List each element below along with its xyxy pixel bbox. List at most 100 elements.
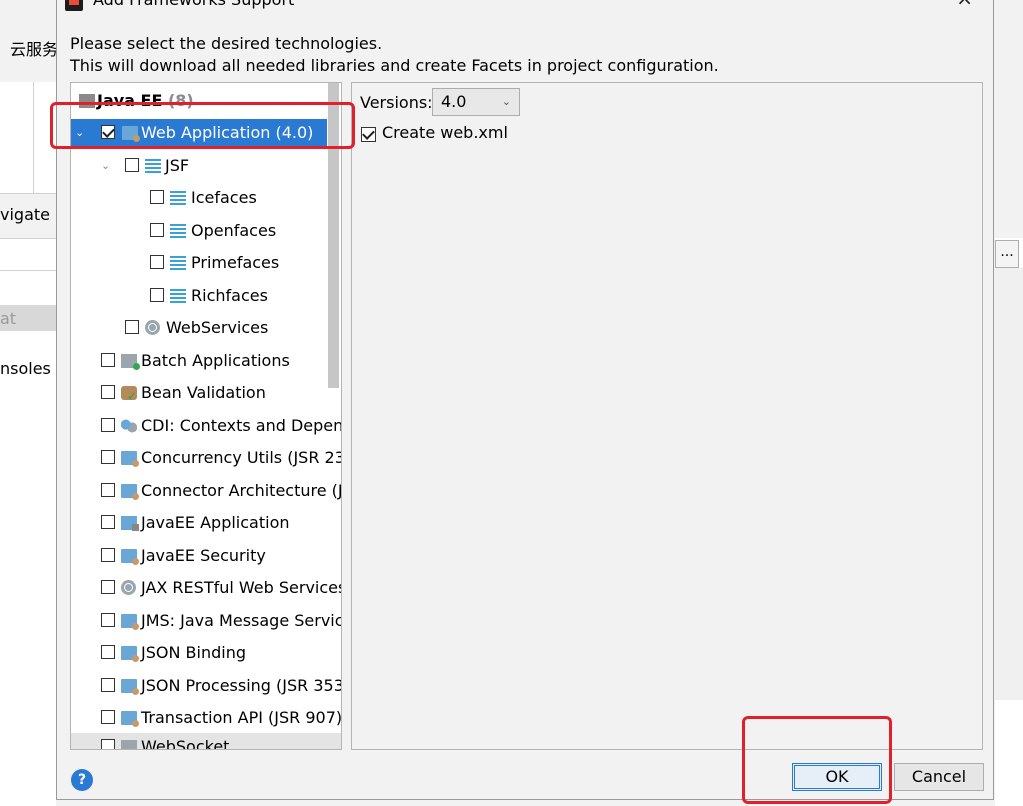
tree-item-transaction-api[interactable]: Transaction API (JSR 907): [71, 704, 341, 732]
tree-item-label: JavaEE Application: [141, 513, 290, 532]
dialog-description: Please select the desired technologies. …: [70, 33, 719, 77]
tree-item-json-processing[interactable]: JSON Processing (JSR 353): [71, 672, 341, 700]
jsf-checkbox[interactable]: [125, 158, 139, 172]
tree-item-label: Bean Validation: [141, 383, 266, 402]
tree-item-label: Richfaces: [191, 286, 268, 305]
framework-icon: [121, 451, 139, 467]
tree-item-label: Icefaces: [191, 188, 257, 207]
tree-item-primefaces[interactable]: Primefaces: [71, 249, 341, 277]
tree-item-label: Openfaces: [191, 221, 277, 240]
richfaces-checkbox[interactable]: [150, 288, 164, 302]
framework-icon: [121, 740, 137, 749]
background-text-navigate[interactable]: vigate: [0, 205, 50, 224]
tree-item-bean-validation[interactable]: Bean Validation: [71, 379, 341, 410]
tree-item-richfaces[interactable]: Richfaces: [71, 282, 341, 310]
framework-icon: [121, 646, 139, 662]
background-browse-button[interactable]: ...: [995, 240, 1019, 268]
tree-item-label: JSF: [165, 156, 190, 175]
tree-item-label: Batch Applications: [141, 351, 290, 370]
tree-item-label: JMS: Java Message Service: [141, 611, 342, 630]
chevron-down-icon: ⌄: [501, 95, 511, 108]
create-web-xml-label[interactable]: Create web.xml: [382, 123, 508, 142]
json-processing-checkbox[interactable]: [101, 678, 115, 692]
icefaces-checkbox[interactable]: [150, 190, 164, 204]
background-text-consoles[interactable]: nsoles: [0, 359, 51, 378]
javaee-security-checkbox[interactable]: [101, 548, 115, 562]
jsf-icon: [170, 191, 186, 205]
tree-item-label: CDI: Contexts and Depend: [141, 416, 342, 435]
transaction-api-checkbox[interactable]: [101, 710, 115, 724]
tree-item-javaee-application[interactable]: JavaEE Application: [71, 509, 341, 537]
intellij-app-icon: [65, 0, 83, 11]
tree-item-label: Transaction API (JSR 907): [141, 708, 342, 727]
framework-icon: [121, 614, 139, 630]
annotation-highlight-ok: [742, 716, 892, 804]
close-icon[interactable]: ×: [956, 0, 973, 8]
tree-item-label: JavaEE Security: [141, 546, 266, 565]
tree-item-jsf[interactable]: ⌄ JSF: [71, 152, 341, 180]
javaee-application-icon: [121, 516, 139, 531]
tree-item-label: JAX RESTful Web Services: [141, 578, 342, 597]
annotation-highlight-web-application: [50, 102, 355, 149]
batch-applications-checkbox[interactable]: [101, 353, 115, 367]
framework-icon: [121, 484, 139, 500]
tree-item-javaee-security[interactable]: JavaEE Security: [71, 542, 341, 570]
help-icon[interactable]: ?: [71, 769, 93, 791]
globe-icon: [145, 320, 160, 335]
dialog-titlebar: Add Frameworks Support ×: [57, 0, 993, 13]
tree-item-cdi[interactable]: CDI: Contexts and Depend: [71, 412, 341, 440]
background-divider: [0, 270, 56, 271]
globe-icon: [121, 580, 136, 595]
background-text-cloud: 云服务: [10, 40, 59, 59]
cdi-icon: [121, 419, 137, 433]
framework-icon: [121, 679, 139, 695]
openfaces-checkbox[interactable]: [150, 223, 164, 237]
bean-validation-checkbox[interactable]: [101, 385, 115, 399]
primefaces-checkbox[interactable]: [150, 255, 164, 269]
versions-select[interactable]: 4.0 ⌄: [432, 88, 520, 116]
javaee-application-checkbox[interactable]: [101, 515, 115, 529]
batch-icon: [121, 354, 140, 370]
jsf-icon: [145, 159, 161, 173]
tree-item-openfaces[interactable]: Openfaces: [71, 217, 341, 245]
tree-item-connector-architecture[interactable]: Connector Architecture (JS: [71, 477, 341, 505]
jsf-icon: [170, 224, 186, 238]
description-line-2: This will download all needed libraries …: [70, 56, 719, 75]
background-top-strip: [995, 0, 1023, 238]
connector-architecture-checkbox[interactable]: [101, 483, 115, 497]
dialog-title: Add Frameworks Support: [93, 0, 294, 9]
tree-item-icefaces[interactable]: Icefaces: [71, 184, 341, 212]
tree-item-websocket[interactable]: WebSocket: [71, 733, 341, 750]
websocket-checkbox[interactable]: [101, 739, 115, 749]
tree-item-jax-restful[interactable]: JAX RESTful Web Services: [71, 574, 341, 602]
background-ide-right: ...: [995, 0, 1023, 806]
bean-validation-icon: [121, 382, 137, 410]
background-divider: [33, 82, 34, 194]
webservices-checkbox[interactable]: [125, 320, 139, 334]
tree-item-label: JSON Binding: [141, 643, 246, 662]
create-web-xml-checkbox[interactable]: [361, 127, 376, 142]
jms-checkbox[interactable]: [101, 613, 115, 627]
framework-icon: [121, 711, 139, 727]
versions-value: 4.0: [441, 92, 467, 111]
tree-item-batch-applications[interactable]: Batch Applications: [71, 347, 341, 375]
description-line-1: Please select the desired technologies.: [70, 34, 383, 53]
tree-item-json-binding[interactable]: JSON Binding: [71, 639, 341, 667]
chevron-down-icon[interactable]: ⌄: [101, 152, 110, 180]
json-binding-checkbox[interactable]: [101, 645, 115, 659]
framework-icon: [121, 549, 139, 565]
tree-item-concurrency-utils[interactable]: Concurrency Utils (JSR 236: [71, 444, 341, 472]
tree-item-label: Connector Architecture (JS: [141, 481, 342, 500]
framework-options-panel: Versions: 4.0 ⌄ Create web.xml: [351, 82, 983, 750]
tree-item-label: Concurrency Utils (JSR 236: [141, 448, 342, 467]
tree-item-label: JSON Processing (JSR 353): [141, 676, 342, 695]
cancel-button[interactable]: Cancel: [894, 763, 984, 791]
jax-restful-checkbox[interactable]: [101, 580, 115, 594]
tree-item-webservices[interactable]: WebServices: [71, 314, 341, 342]
cdi-checkbox[interactable]: [101, 418, 115, 432]
tree-item-label: WebSocket: [141, 737, 230, 750]
tree-item-jms[interactable]: JMS: Java Message Service: [71, 607, 341, 635]
framework-tree[interactable]: Java EE (8) ⌄ Web Application (4.0) ⌄ JS…: [70, 82, 342, 750]
jsf-icon: [170, 289, 186, 303]
concurrency-utils-checkbox[interactable]: [101, 450, 115, 464]
